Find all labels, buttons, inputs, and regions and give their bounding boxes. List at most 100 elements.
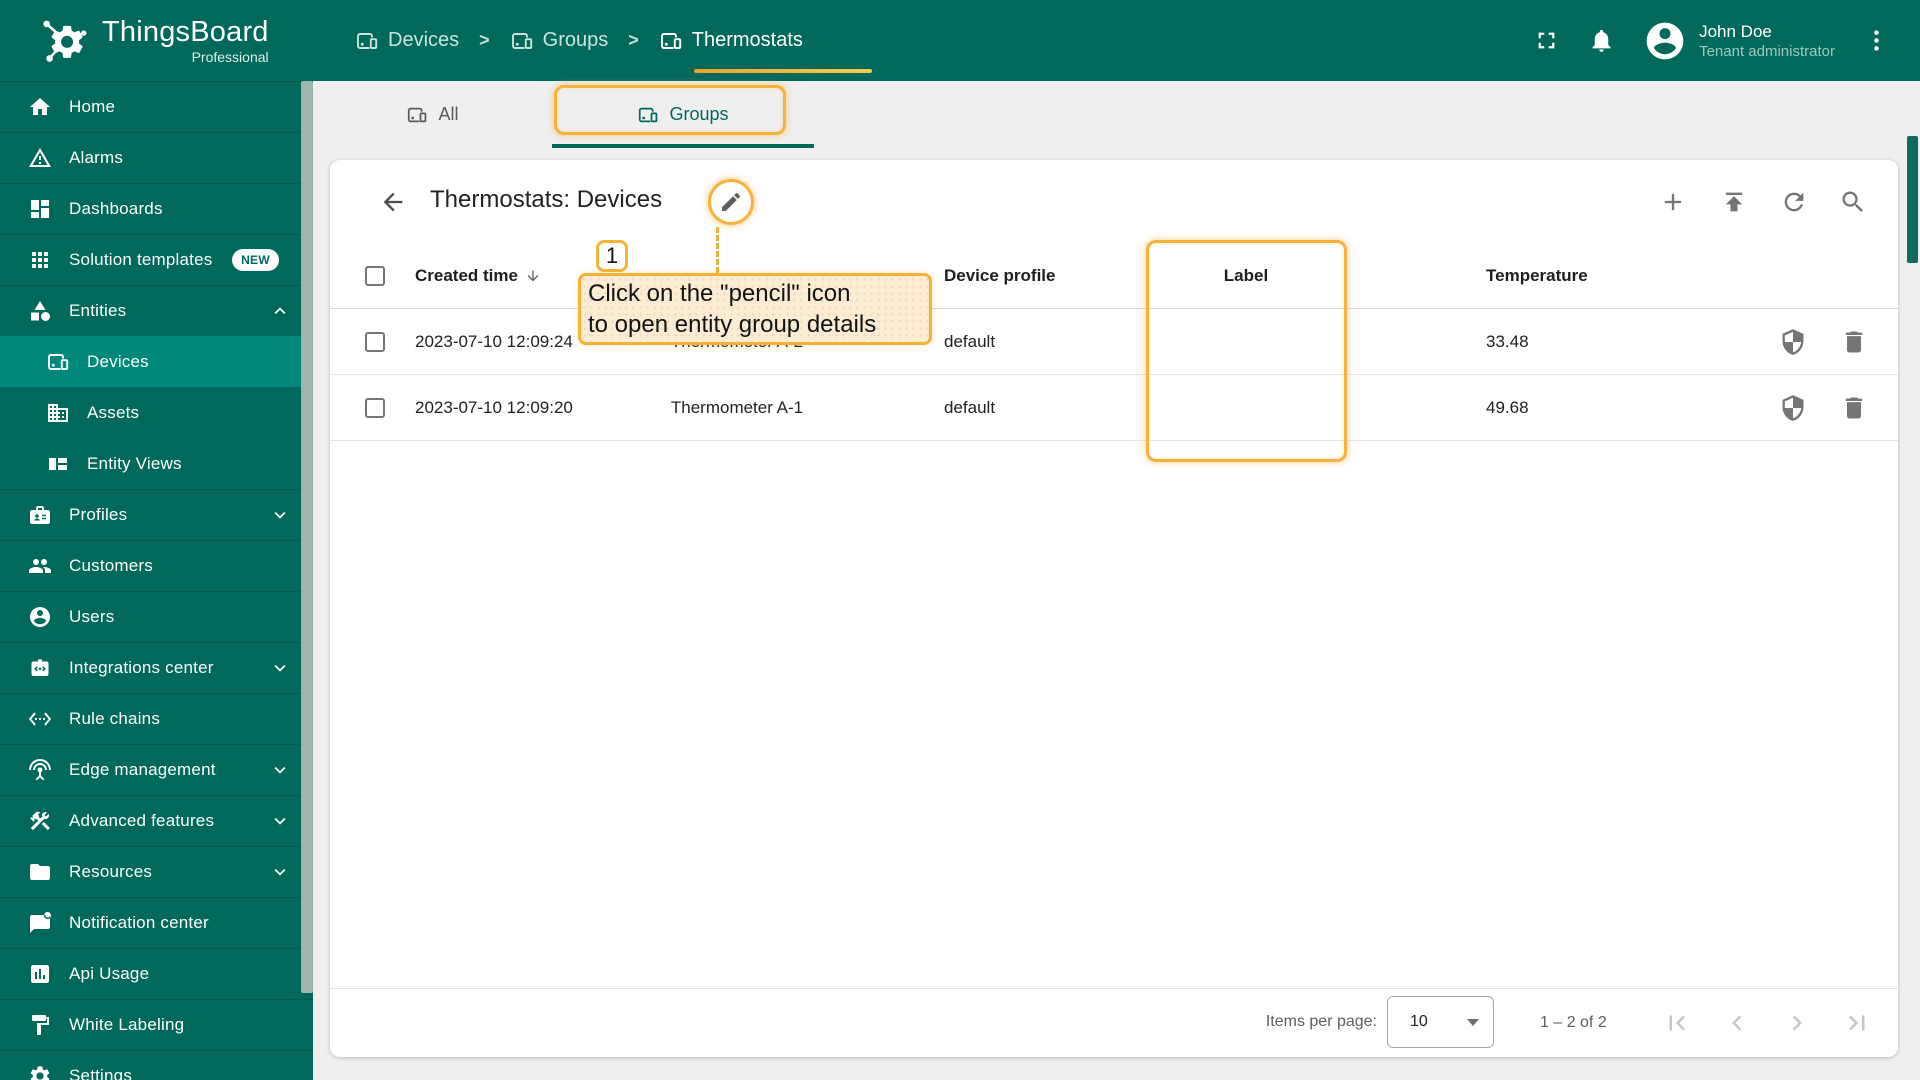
assets-icon <box>46 401 70 425</box>
sidebar-item-label: Solution templates <box>69 250 213 269</box>
app-logo[interactable]: ThingsBoard Professional <box>0 16 313 66</box>
sidebar-item-dashboards[interactable]: Dashboards <box>0 183 313 234</box>
sidebar-item-home[interactable]: Home <box>0 81 313 132</box>
notifications-button[interactable] <box>1588 27 1615 54</box>
entities-icon <box>28 299 52 323</box>
import-button[interactable] <box>1720 188 1748 216</box>
chevron-down-icon <box>269 861 291 883</box>
integrations-icon <box>28 656 52 680</box>
devices-icon <box>660 32 681 49</box>
sidebar-item-solution-templates[interactable]: Solution templates NEW <box>0 234 313 285</box>
refresh-button[interactable] <box>1780 188 1808 216</box>
sidebar-item-advanced-features[interactable]: Advanced features <box>0 795 313 846</box>
sidebar-item-label: Profiles <box>69 505 128 524</box>
sidebar-item-edge-management[interactable]: Edge management <box>0 744 313 795</box>
cell-device-profile: default <box>944 331 996 351</box>
dropdown-caret-icon <box>1467 1018 1479 1026</box>
delete-icon[interactable] <box>1840 328 1868 356</box>
sidebar-item-label: Notification center <box>69 913 209 932</box>
more-menu-button[interactable] <box>1863 27 1890 54</box>
sidebar-item-entities[interactable]: Entities <box>0 285 313 336</box>
sidebar-item-assets[interactable]: Assets <box>0 387 313 438</box>
sidebar-item-notification-center[interactable]: Notification center <box>0 897 313 948</box>
pencil-icon <box>722 192 741 211</box>
first-page-icon <box>1669 1015 1686 1031</box>
shield-icon[interactable] <box>1779 394 1807 422</box>
profiles-icon <box>28 503 52 527</box>
tab-all[interactable]: All <box>313 81 552 148</box>
sidebar-item-white-labeling[interactable]: White Labeling <box>0 999 313 1050</box>
table-row[interactable]: 2023-07-10 12:09:20 Thermometer A-1 defaul… <box>330 375 1898 441</box>
tutorial-connector-line <box>716 227 719 273</box>
edit-group-button[interactable] <box>708 179 754 225</box>
last-page-button[interactable] <box>1842 1008 1872 1038</box>
sidebar-item-label: White Labeling <box>69 1015 185 1034</box>
row-checkbox[interactable] <box>365 331 385 352</box>
first-page-button[interactable] <box>1662 1008 1692 1038</box>
sidebar-item-label: Assets <box>87 402 140 422</box>
add-button[interactable] <box>1659 188 1687 216</box>
sidebar-item-integrations-center[interactable]: Integrations center <box>0 642 313 693</box>
sidebar-item-users[interactable]: Users <box>0 591 313 642</box>
rule-chains-icon <box>28 707 52 731</box>
sort-desc-icon <box>525 268 541 284</box>
bell-icon <box>1592 29 1611 52</box>
items-per-page-select[interactable]: 10 <box>1387 996 1494 1048</box>
sidebar-item-alarms[interactable]: Alarms <box>0 132 313 183</box>
column-header-device-profile[interactable]: Device profile <box>944 266 1056 286</box>
devices-icon <box>511 32 532 49</box>
sidebar-item-entity-views[interactable]: Entity Views <box>0 438 313 489</box>
delete-icon[interactable] <box>1840 394 1868 422</box>
pagination-range: 1 – 2 of 2 <box>1540 1014 1607 1031</box>
shield-icon[interactable] <box>1779 328 1807 356</box>
page-scrollbar-thumb[interactable] <box>1907 136 1918 263</box>
app-subtitle: Professional <box>191 48 269 65</box>
sidebar-item-rule-chains[interactable]: Rule chains <box>0 693 313 744</box>
select-all-checkbox[interactable] <box>365 266 385 286</box>
refresh-icon <box>1784 192 1804 212</box>
sidebar-item-settings[interactable]: Settings <box>0 1050 313 1080</box>
sidebar-item-label: Rule chains <box>69 709 161 728</box>
page-title: Thermostats: Devices <box>430 186 663 213</box>
sidebar-item-label: Advanced features <box>69 811 215 830</box>
back-button[interactable] <box>379 188 407 216</box>
sidebar-item-customers[interactable]: Customers <box>0 540 313 591</box>
dashboards-icon <box>28 197 52 221</box>
row-checkbox[interactable] <box>365 397 385 418</box>
chevron-down-icon <box>269 504 291 526</box>
sidebar-nav: Home Alarms Dashboards Solution templates NE… <box>0 81 313 1080</box>
fullscreen-button[interactable] <box>1533 27 1560 54</box>
tutorial-label-column-highlight <box>1146 240 1347 462</box>
sidebar-scrollbar-thumb[interactable] <box>301 81 313 993</box>
column-header-temperature[interactable]: Temperature <box>1486 266 1588 286</box>
sidebar-item-label: Users <box>69 607 115 626</box>
table-row[interactable]: 2023-07-10 12:09:24Thermometer A-2defaul… <box>330 309 1898 375</box>
sidebar-item-label: Edge management <box>69 760 216 779</box>
search-button[interactable] <box>1839 188 1867 216</box>
devices-icon <box>357 32 378 49</box>
tutorial-tooltip-line1: Click on the "pencil" icon <box>588 280 851 307</box>
column-header-created-time[interactable]: Created time <box>415 266 541 286</box>
sidebar-item-label: Resources <box>69 862 153 881</box>
sidebar-item-resources[interactable]: Resources <box>0 846 313 897</box>
sidebar-item-profiles[interactable]: Profiles <box>0 489 313 540</box>
tutorial-tooltip: Click on the "pencil" icon to open entit… <box>578 273 932 345</box>
previous-page-button[interactable] <box>1722 1008 1752 1038</box>
breadcrumb-groups[interactable]: Groups <box>510 29 608 53</box>
breadcrumb-devices[interactable]: Devices <box>355 29 459 53</box>
sidebar-item-label: Alarms <box>69 148 124 167</box>
items-per-page-label: Items per page: <box>1265 1013 1377 1030</box>
notification-center-icon <box>28 911 52 935</box>
breadcrumb-separator: > <box>628 30 639 50</box>
breadcrumb-thermostats[interactable]: Thermostats <box>659 29 803 53</box>
chevron-down-icon <box>269 759 291 781</box>
last-page-icon <box>1848 1015 1865 1031</box>
sidebar-item-devices[interactable]: Devices <box>0 336 313 387</box>
api-usage-icon <box>28 962 52 986</box>
active-tab-indicator <box>552 144 814 148</box>
user-menu[interactable]: John Doe Tenant administrator <box>1643 19 1835 63</box>
sidebar-item-api-usage[interactable]: Api Usage <box>0 948 313 999</box>
next-page-button[interactable] <box>1782 1008 1812 1038</box>
devices-icon <box>46 350 70 374</box>
top-header: ThingsBoard Professional Devices > Group… <box>0 0 1920 81</box>
